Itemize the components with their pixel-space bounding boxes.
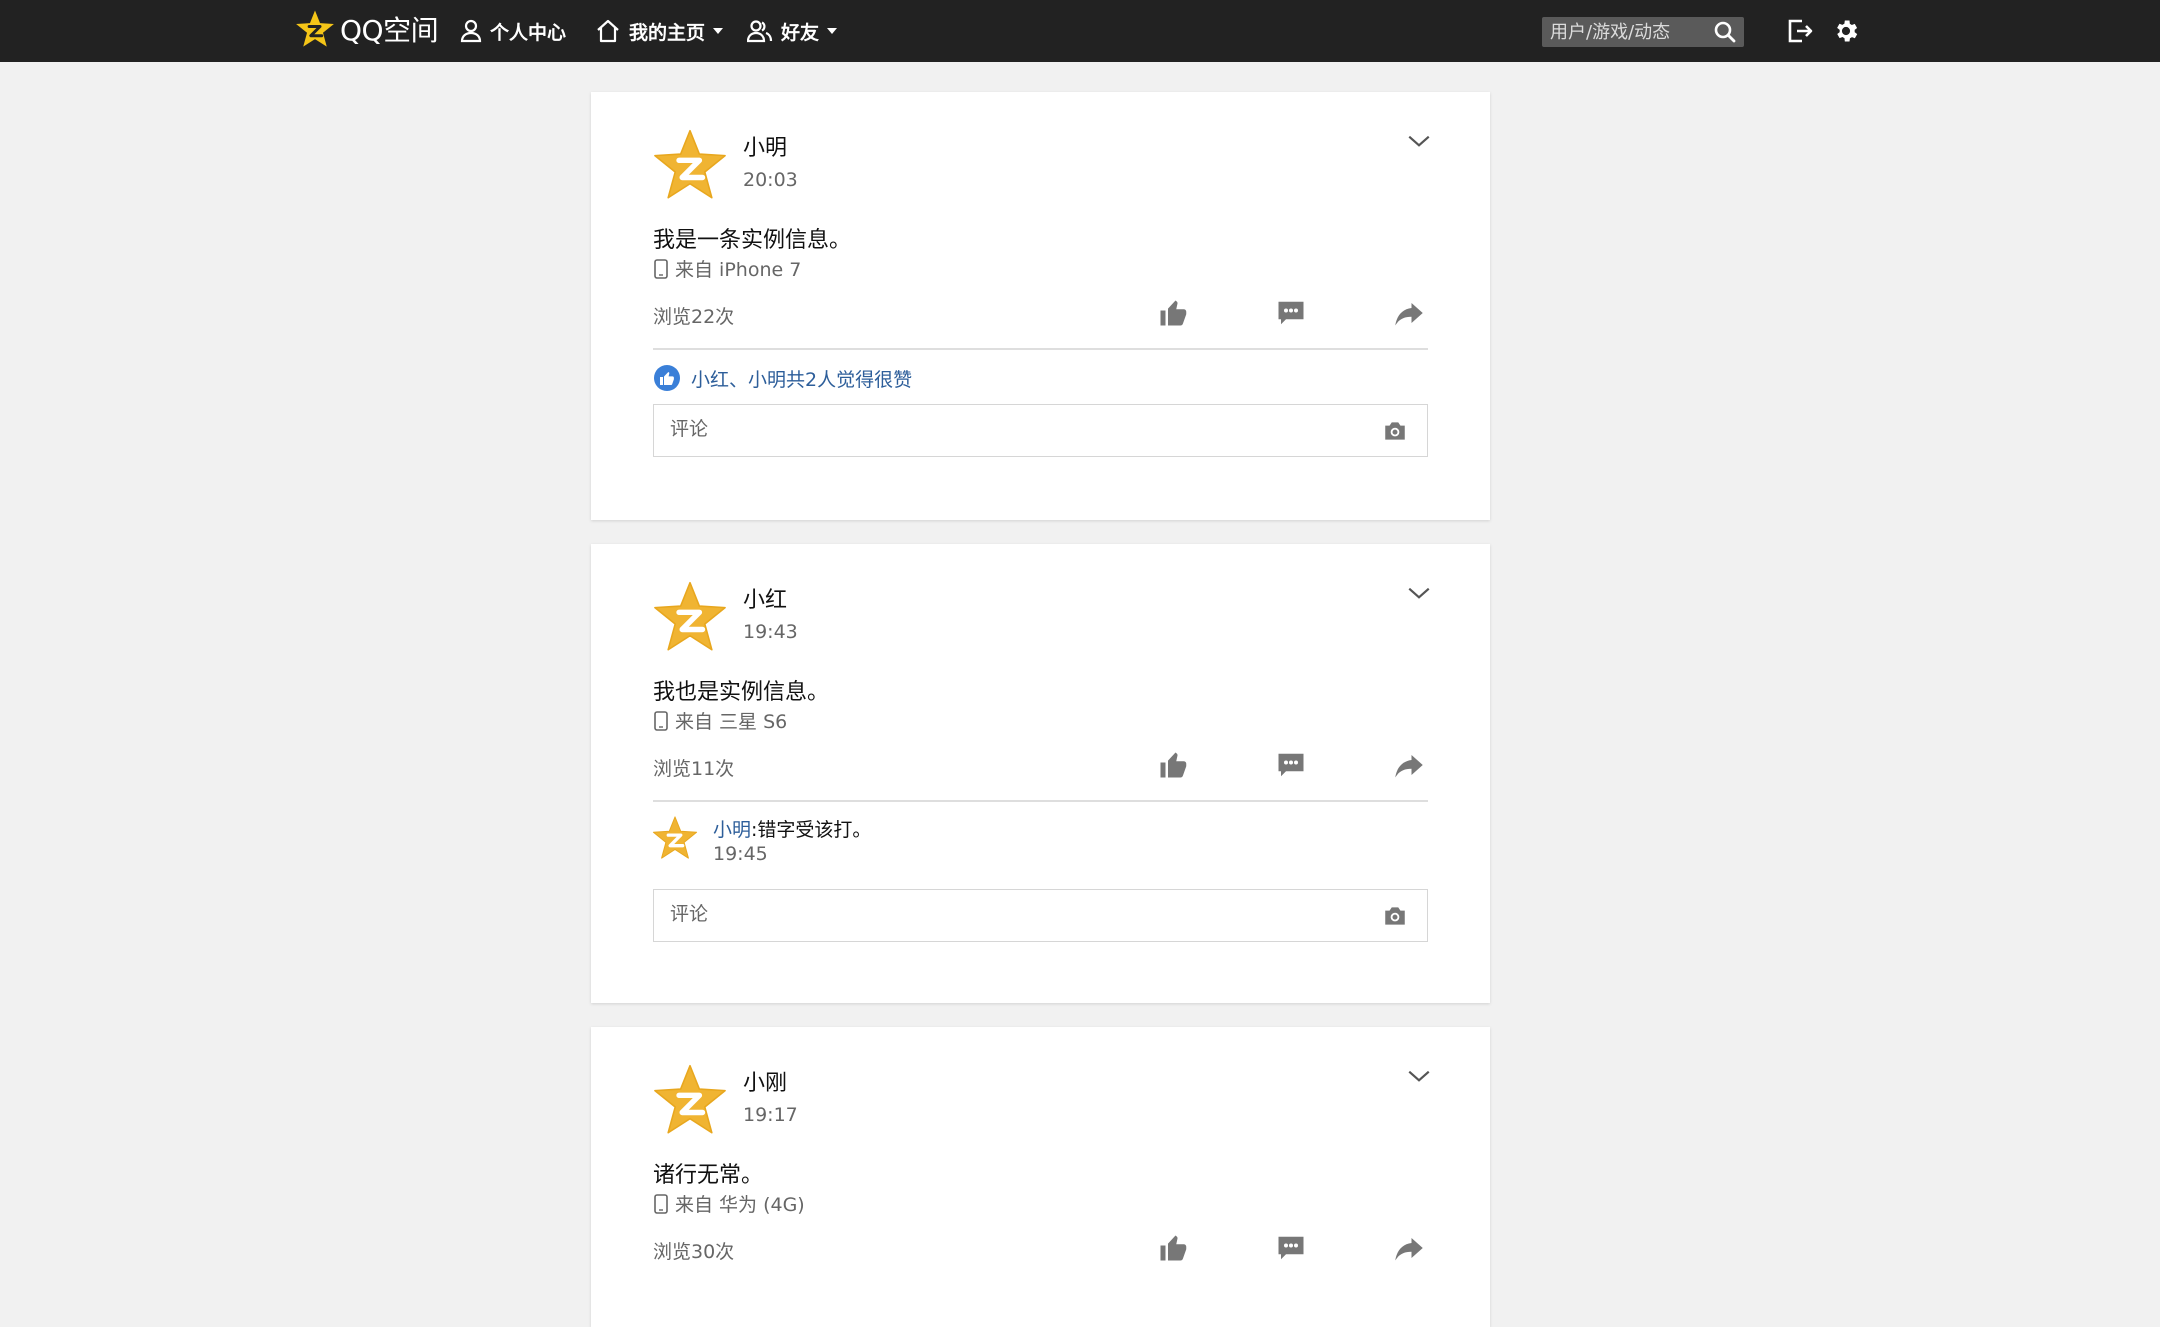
nav-label: 我的主页 bbox=[629, 21, 706, 44]
device-label: 来自 华为 (4G) bbox=[675, 1194, 805, 1216]
post-content: 我是一条实例信息。 bbox=[653, 228, 852, 253]
logout-icon[interactable] bbox=[1786, 17, 1814, 45]
post-time: 20:03 bbox=[743, 169, 798, 191]
view-count: 浏览22次 bbox=[653, 306, 735, 328]
like-icon[interactable] bbox=[1158, 298, 1188, 328]
post-content: 诸行无常。 bbox=[653, 1163, 764, 1188]
device-label: 来自 三星 S6 bbox=[675, 711, 788, 733]
view-count: 浏览30次 bbox=[653, 1241, 735, 1263]
post-content: 我也是实例信息。 bbox=[653, 680, 830, 705]
device-label: 来自 iPhone 7 bbox=[675, 259, 802, 281]
chevron-down-icon[interactable] bbox=[1406, 128, 1432, 154]
like-icon[interactable] bbox=[1158, 750, 1188, 780]
comment-box bbox=[653, 404, 1428, 457]
likes-summary: 小红、小明共2人觉得很赞 bbox=[653, 364, 912, 392]
avatar[interactable] bbox=[651, 126, 729, 204]
reply-avatar[interactable] bbox=[651, 814, 699, 862]
camera-icon[interactable] bbox=[1381, 418, 1409, 444]
chevron-down-icon[interactable] bbox=[1406, 580, 1432, 606]
post-time: 19:43 bbox=[743, 621, 798, 643]
author-name[interactable]: 小红 bbox=[743, 582, 787, 614]
comment-icon[interactable] bbox=[1276, 298, 1306, 328]
dropdown-caret-icon bbox=[827, 28, 838, 34]
like-icon[interactable] bbox=[1158, 1233, 1188, 1263]
post-card: 小明 20:03 我是一条实例信息。 来自 iPhone 7 浏览22次 小红、… bbox=[591, 92, 1490, 520]
phone-icon bbox=[653, 711, 669, 731]
top-navbar: QQ空间 个人中心 我的主页 好友 bbox=[0, 0, 2160, 62]
logo-text: QQ空间 bbox=[340, 14, 439, 47]
post-card: 小红 19:43 我也是实例信息。 来自 三星 S6 浏览11次 小明:错字受该… bbox=[591, 544, 1490, 1003]
phone-icon bbox=[653, 1194, 669, 1214]
post-card: 小刚 19:17 诸行无常。 来自 华为 (4G) 浏览30次 bbox=[591, 1027, 1490, 1327]
post-time: 19:17 bbox=[743, 1104, 798, 1126]
search-box bbox=[1542, 17, 1744, 47]
search-input[interactable] bbox=[1542, 21, 1710, 43]
qzone-logo[interactable]: QQ空间 bbox=[294, 8, 439, 50]
comment-input[interactable] bbox=[668, 417, 1352, 441]
share-icon[interactable] bbox=[1394, 298, 1424, 328]
post-device: 来自 华为 (4G) bbox=[653, 1190, 805, 1217]
home-icon bbox=[597, 19, 619, 43]
divider bbox=[653, 348, 1428, 350]
share-icon[interactable] bbox=[1394, 750, 1424, 780]
reply-line: 小明:错字受该打。 bbox=[713, 815, 871, 842]
reply-author[interactable]: 小明 bbox=[713, 819, 751, 841]
camera-icon[interactable] bbox=[1381, 903, 1409, 929]
author-name[interactable]: 小刚 bbox=[743, 1065, 787, 1097]
divider bbox=[653, 800, 1428, 802]
liked-thumb-icon bbox=[654, 365, 680, 391]
search-icon[interactable] bbox=[1714, 21, 1736, 43]
likes-text[interactable]: 小红、小明共2人觉得很赞 bbox=[691, 365, 912, 392]
gear-icon[interactable] bbox=[1832, 17, 1860, 45]
view-count: 浏览11次 bbox=[653, 758, 735, 780]
reply-time: 19:45 bbox=[713, 843, 768, 865]
author-name[interactable]: 小明 bbox=[743, 130, 787, 162]
nav-personal-center[interactable]: 个人中心 bbox=[460, 0, 566, 62]
nav-label: 好友 bbox=[781, 21, 820, 44]
comment-input[interactable] bbox=[668, 902, 1352, 926]
post-device: 来自 iPhone 7 bbox=[653, 255, 801, 282]
phone-icon bbox=[653, 259, 669, 279]
qzone-star-icon bbox=[296, 10, 334, 47]
nav-label: 个人中心 bbox=[490, 21, 567, 44]
friends-icon bbox=[747, 20, 773, 43]
avatar[interactable] bbox=[651, 578, 729, 656]
reply-text: :错字受该打。 bbox=[751, 819, 872, 841]
comment-icon[interactable] bbox=[1276, 750, 1306, 780]
share-icon[interactable] bbox=[1394, 1233, 1424, 1263]
user-icon bbox=[460, 19, 482, 43]
comment-icon[interactable] bbox=[1276, 1233, 1306, 1263]
post-device: 来自 三星 S6 bbox=[653, 707, 787, 734]
chevron-down-icon[interactable] bbox=[1406, 1063, 1432, 1089]
comment-box bbox=[653, 889, 1428, 942]
dropdown-caret-icon bbox=[713, 28, 724, 34]
avatar[interactable] bbox=[651, 1061, 729, 1139]
nav-my-homepage[interactable]: 我的主页 bbox=[595, 0, 724, 62]
nav-friends[interactable]: 好友 bbox=[747, 0, 838, 62]
